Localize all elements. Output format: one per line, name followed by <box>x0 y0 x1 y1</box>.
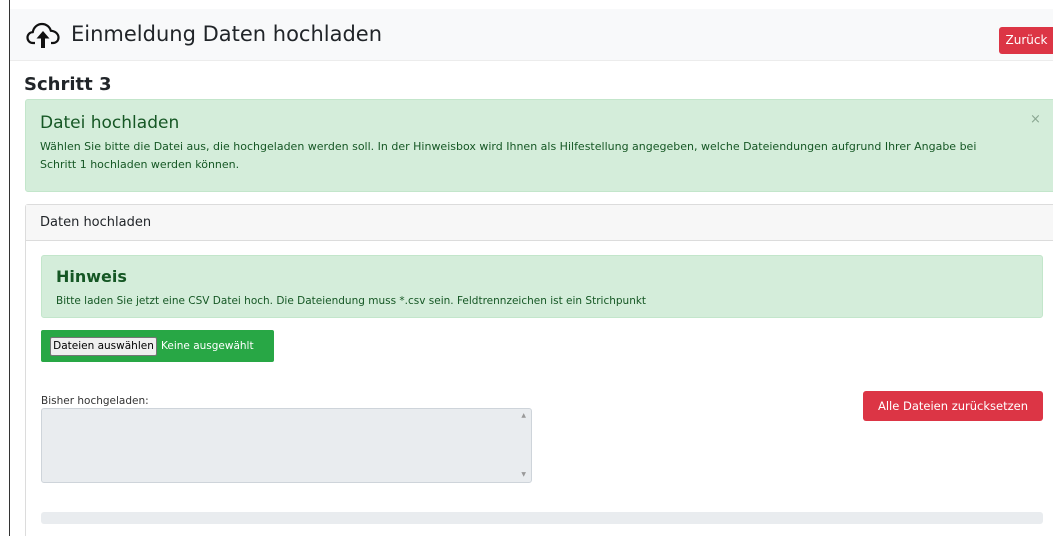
top-bar: Einmeldung Daten hochladen Zurück <box>10 9 1053 61</box>
cloud-upload-icon <box>26 22 60 48</box>
uploaded-files-textarea[interactable]: ▲ ▼ <box>41 408 532 483</box>
card-header: Daten hochladen <box>26 205 1053 241</box>
page-title: Einmeldung Daten hochladen <box>71 22 383 46</box>
progress-bar <box>41 512 1043 524</box>
card-header-title: Daten hochladen <box>40 215 152 230</box>
file-input: Dateien auswählen Keine ausgewählt <box>41 330 274 362</box>
page-frame: Einmeldung Daten hochladen Zurück Schrit… <box>9 0 1053 536</box>
info-alert: Datei hochladen Wählen Sie bitte die Dat… <box>25 99 1053 192</box>
file-status: Keine ausgewählt <box>161 340 254 352</box>
alert-heading: Datei hochladen <box>40 113 180 133</box>
hint-heading: Hinweis <box>56 267 127 286</box>
step-title: Schritt 3 <box>24 74 112 95</box>
back-button[interactable]: Zurück <box>999 27 1053 54</box>
upload-card: Daten hochladen Hinweis Bitte laden Sie … <box>25 204 1053 536</box>
close-icon[interactable]: × <box>1030 112 1041 128</box>
alert-text: Wählen Sie bitte die Datei aus, die hoch… <box>40 140 977 171</box>
hint-box: Hinweis Bitte laden Sie jetzt eine CSV D… <box>41 255 1043 318</box>
reset-files-button[interactable]: Alle Dateien zurücksetzen <box>863 391 1043 421</box>
scroll-down-icon[interactable]: ▼ <box>521 471 526 479</box>
hint-text: Bitte laden Sie jetzt eine CSV Datei hoc… <box>56 295 647 307</box>
choose-files-button[interactable]: Dateien auswählen <box>50 337 157 356</box>
uploaded-label: Bisher hochgeladen: <box>41 395 149 407</box>
scroll-up-icon[interactable]: ▲ <box>521 412 526 420</box>
